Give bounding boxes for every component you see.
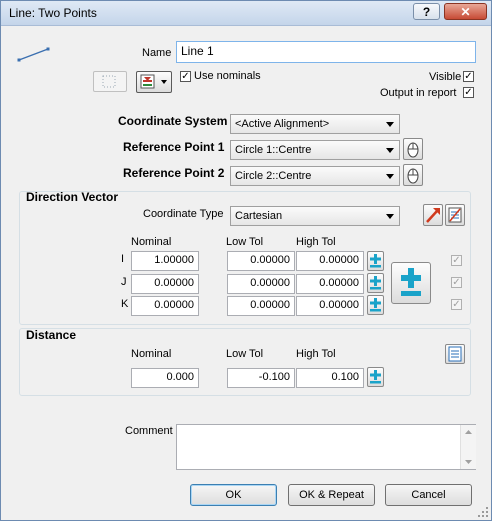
k-nominal-input[interactable]: 0.00000 [131,296,199,316]
dist-low-tol-header: Low Tol [226,348,264,360]
all-tol-plus-button[interactable] [391,262,431,304]
plus-minus-icon [370,370,381,384]
use-nominals-label: Use nominals [194,70,261,82]
j-low-tol-input[interactable]: 0.00000 [227,274,295,294]
name-input[interactable]: Line 1 [176,41,476,63]
coordinate-type-label: Coordinate Type [143,208,224,220]
chevron-down-icon [386,122,394,127]
coordinate-system-value: <Active Alignment> [235,118,330,130]
j-high-tol-input[interactable]: 0.00000 [296,274,364,294]
k-low-tol-input[interactable]: 0.00000 [227,296,295,316]
select-region-button[interactable] [93,71,127,92]
chevron-down-icon [386,174,394,179]
scroll-arrows-icon [465,430,472,464]
dotted-square-icon [102,75,116,88]
k-enable-checkbox[interactable]: ✓ [451,299,462,310]
distance-nominal-input[interactable]: 0.000 [131,368,199,388]
distance-tol-plus-button[interactable] [367,367,384,387]
direction-vector-title: Direction Vector [26,190,119,204]
plus-minus-icon [370,254,381,268]
reference-point-2-select[interactable]: Circle 2::Centre [230,166,400,186]
pick-point-1-button[interactable] [403,138,423,160]
reference-point-1-select[interactable]: Circle 1::Centre [230,140,400,160]
reference-point-1-value: Circle 1::Centre [235,144,312,156]
reverse-direction-button[interactable] [423,204,443,226]
name-label: Name [142,47,172,59]
ok-button[interactable]: OK [190,484,277,506]
dv-nominal-header: Nominal [131,236,172,248]
j-tol-plus-button[interactable] [367,273,384,293]
axis-i-label: I [121,253,125,265]
coordinate-system-select[interactable]: <Active Alignment> [230,114,400,134]
use-nominals-checkbox[interactable]: ✓ [180,71,191,82]
k-high-tol-input[interactable]: 0.00000 [296,296,364,316]
document-icon [448,346,462,362]
mouse-icon [407,142,419,158]
chevron-down-icon [386,148,394,153]
comment-scrollbar[interactable] [460,425,476,469]
resize-grip-icon[interactable] [477,506,489,518]
distance-low-tol-input[interactable]: -0.100 [227,368,295,388]
distance-report-button[interactable] [445,344,465,364]
distance-high-tol-input[interactable]: 0.100 [296,368,364,388]
i-high-tol-input[interactable]: 0.00000 [296,251,364,271]
plus-minus-icon [370,276,381,290]
insert-feature-icon [140,74,167,89]
axis-k-label: K [121,298,129,310]
output-in-report-checkbox[interactable]: ✓ [463,87,474,98]
cancel-button[interactable]: Cancel [385,484,472,506]
j-nominal-input[interactable]: 0.00000 [131,274,199,294]
dv-high-tol-header: High Tol [296,236,336,248]
line-feature-icon [17,47,50,62]
reference-point-1-label: Reference Point 1 [123,140,225,154]
coordinate-system-label: Coordinate System [118,114,228,128]
reference-point-2-label: Reference Point 2 [123,166,225,180]
plus-minus-large-icon [401,268,421,296]
visible-checkbox[interactable]: ✓ [463,71,474,82]
reference-point-2-value: Circle 2::Centre [235,170,312,182]
pick-point-2-button[interactable] [403,164,423,186]
title-bar: Line: Two Points ? ✕ [1,1,491,26]
distance-title: Distance [26,328,77,342]
i-enable-checkbox[interactable]: ✓ [451,255,462,266]
dist-high-tol-header: High Tol [296,348,336,360]
k-tol-plus-button[interactable] [367,295,384,315]
insert-menu-button[interactable] [136,71,172,93]
coordinate-type-value: Cartesian [235,210,283,222]
window-title: Line: Two Points [9,6,97,20]
vector-calculator-button[interactable] [445,204,465,226]
calculator-icon [448,207,462,223]
comment-label: Comment [125,425,173,437]
output-in-report-label: Output in report [380,87,457,99]
i-tol-plus-button[interactable] [367,251,384,271]
chevron-down-icon [386,214,394,219]
dv-low-tol-header: Low Tol [226,236,264,248]
j-enable-checkbox[interactable]: ✓ [451,277,462,288]
red-arrow-icon [426,208,440,223]
dist-nominal-header: Nominal [131,348,172,360]
i-nominal-input[interactable]: 1.00000 [131,251,199,271]
visible-label: Visible [429,71,462,83]
coordinate-type-select[interactable]: Cartesian [230,206,400,226]
close-button[interactable]: ✕ [444,3,487,20]
axis-j-label: J [121,276,127,288]
dialog-window: Line: Two Points ? ✕ Name Line 1 ✓ Use n… [0,0,492,521]
i-low-tol-input[interactable]: 0.00000 [227,251,295,271]
plus-minus-icon [370,298,381,312]
comment-textarea[interactable] [176,424,476,470]
ok-repeat-button[interactable]: OK & Repeat [288,484,375,506]
mouse-icon [407,168,419,184]
help-button[interactable]: ? [413,3,440,20]
